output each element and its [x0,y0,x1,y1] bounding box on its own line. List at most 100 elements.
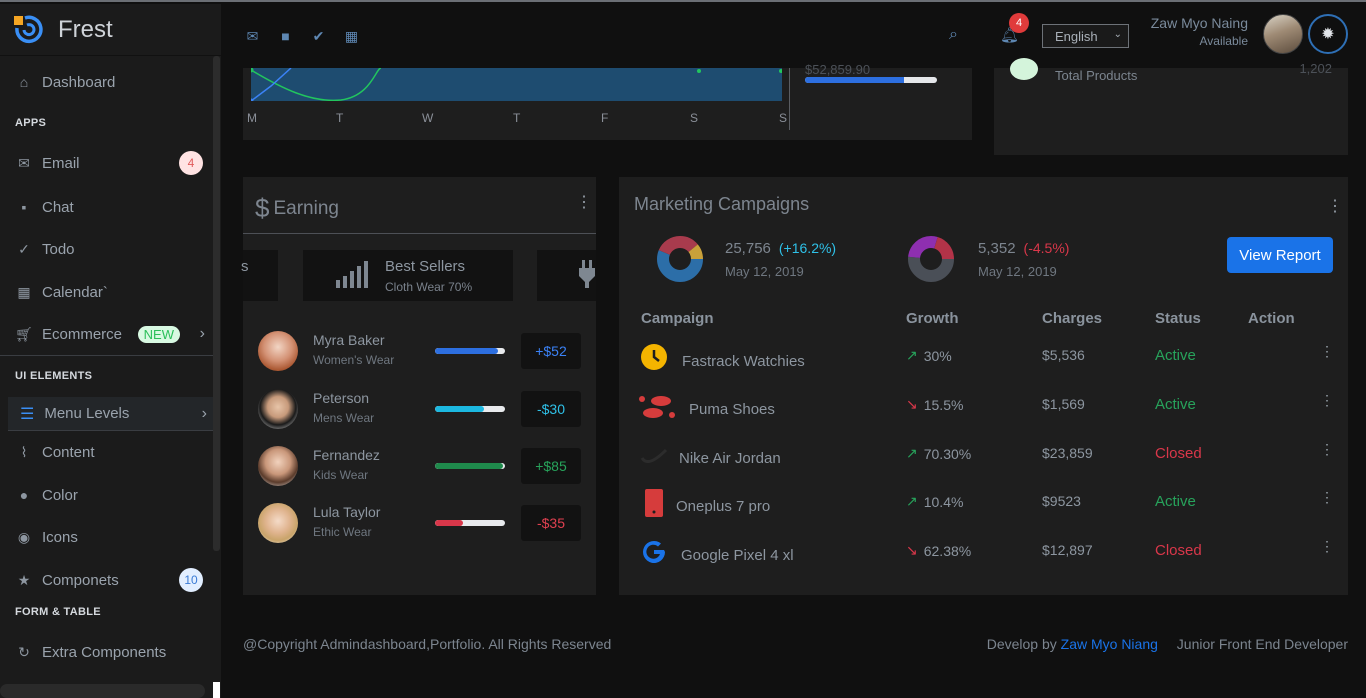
avatar [258,331,298,371]
quick-links: ✉ ■ ✔ ▦ [243,28,361,45]
divider [789,68,790,130]
charges-value: $9523 [1042,493,1081,509]
row-actions-icon[interactable]: ⋮ [1320,343,1334,360]
star-icon: ★ [17,571,31,588]
avatar[interactable] [1263,14,1303,54]
sidebar-item-label: Chat [42,198,74,216]
stat-value: 5,352 [978,240,1016,257]
sidebar-item-extra-components[interactable]: ↻ Extra Components [0,635,213,669]
list-icon: ☰ [20,405,35,423]
row-actions-icon[interactable]: ⋮ [1320,489,1334,506]
day-label: S [690,111,699,125]
seller-name: Myra Baker [313,332,385,348]
slider-item-next[interactable] [537,250,596,301]
scroll-thumb[interactable] [213,682,220,698]
column-header-action: Action [1248,310,1295,327]
sidebar-item-label: Ecommerce [42,325,123,343]
charges-value: $23,859 [1042,445,1093,461]
language-select[interactable]: English ⌄ [1042,24,1129,48]
growth-value: 70.30% [923,445,972,462]
row-actions-icon[interactable]: ⋮ [1320,538,1334,555]
footer-credits: Develop by Zaw Myo Niang Junior Front En… [987,636,1348,652]
progress-fill [435,520,463,526]
seller-category: Mens Wear [313,411,375,425]
trend-up-icon: ↗ [906,493,918,509]
seller-category: Kids Wear [313,468,369,482]
slider-prev-text: s [241,258,249,275]
more-options-icon[interactable]: ⋮ [1327,199,1343,215]
campaign-name: Fastrack Watchies [682,353,805,370]
seller-progress [435,463,505,469]
top-navbar: ✉ ■ ✔ ▦ ⌕ 🔔︎ 4 English ⌄ Zaw Myo Naing A… [221,4,1366,68]
chart-point [697,69,701,73]
seller-amount: -$35 [521,505,581,541]
sidebar-item-email[interactable]: ✉ Email 4 [0,146,213,180]
marketing-title: Marketing Campaigns [634,194,810,214]
sidebar-item-components[interactable]: ★ Componets 10 [0,563,213,597]
sidebar-item-chat[interactable]: ▪ Chat [0,190,213,224]
slider-item-best-sellers[interactable]: Best Sellers Cloth Wear 70% [303,250,513,301]
sidebar-item-ecommerce[interactable]: 🛒︎ Ecommerce NEW › [0,317,213,351]
user-name[interactable]: Zaw Myo Naing [1151,15,1248,31]
settings-button[interactable]: ✹ [1308,14,1348,54]
sidebar-item-todo[interactable]: ✓ Todo [0,232,213,266]
search-icon[interactable]: ⌕ [949,26,958,44]
amount-label: $52,859.90 [805,62,871,77]
dollar-icon: $ [255,193,270,223]
avatar [258,503,298,543]
list-item[interactable]: Fernandez Kids Wear +$85 [258,446,588,486]
sidebar-item-content[interactable]: ⌇ Content [0,435,213,469]
progress-fill [805,77,904,83]
sidebar-item-color[interactable]: ● Color [0,478,213,512]
sidebar-item-label: Email [42,154,80,172]
sidebar-item-label: Todo [42,240,75,258]
list-item[interactable]: Peterson Mens Wear -$30 [258,389,588,429]
develop-by-label: Develop by [986,636,1057,652]
view-report-button[interactable]: View Report [1227,237,1333,273]
campaign-name: Oneplus 7 pro [676,498,771,515]
calendar-icon[interactable]: ▦ [342,28,361,44]
chevron-down-icon: ⌄ [1113,29,1122,40]
charges-value: $1,569 [1042,396,1085,412]
row-actions-icon[interactable]: ⋮ [1320,441,1334,458]
new-badge: NEW [137,325,180,343]
status-badge: Active [1155,347,1196,364]
sidebar-item-dashboard[interactable]: ⌂ Dashboard [0,65,213,99]
home-icon: ⌂ [19,74,29,90]
sidebar-heading-form: FORM & TABLE [15,606,101,618]
list-item[interactable]: Lula Taylor Ethic Wear -$35 [258,503,588,543]
sidebar-item-menu-levels[interactable]: ☰ Menu Levels › [8,397,213,431]
sidebar-scrollbar-horizontal[interactable] [0,684,205,698]
sidebar-item-icons[interactable]: ◉ Icons [0,520,213,554]
donut-chart-2 [908,236,954,282]
mail-icon[interactable]: ✉ [243,28,262,44]
check-circle-icon[interactable]: ✔ [309,28,328,44]
charges-value: $12,897 [1042,542,1093,558]
best-sellers-title: Best Sellers [385,258,466,275]
row-actions-icon[interactable]: ⋮ [1320,392,1334,409]
revenue-chart-card: M T W T F S S $52,859.90 [243,62,972,140]
developer-link[interactable]: Zaw Myo Niang [1061,636,1158,652]
chat-icon[interactable]: ■ [276,28,295,44]
clock-icon [640,343,668,371]
campaign-name: Nike Air Jordan [679,450,781,467]
slider-item-prev[interactable]: s [241,250,278,301]
trend-up-icon: ↗ [906,347,918,363]
column-header-status: Status [1155,310,1201,327]
brand[interactable]: Frest [0,4,221,56]
droplet-icon: ● [19,487,29,503]
more-options-icon[interactable]: ⋮ [576,195,592,211]
sidebar-item-calendar[interactable]: ▦ Calendar` [0,275,213,309]
status-badge: Active [1155,396,1196,413]
earning-title: $ Earning [255,193,339,224]
list-item[interactable]: Myra Baker Women's Wear +$52 [258,331,588,371]
developer-role: Junior Front End Developer [1176,636,1348,652]
total-products-card: Total Products 1,202 [994,58,1348,155]
growth-value: 30% [923,347,952,364]
column-header-growth: Growth [906,310,959,327]
sidebar-scrollbar-vertical[interactable] [213,56,220,551]
email-count-badge: 4 [179,151,203,175]
day-label: F [601,111,609,125]
phone-icon [640,489,668,517]
sidebar-item-label: Color [42,486,78,504]
